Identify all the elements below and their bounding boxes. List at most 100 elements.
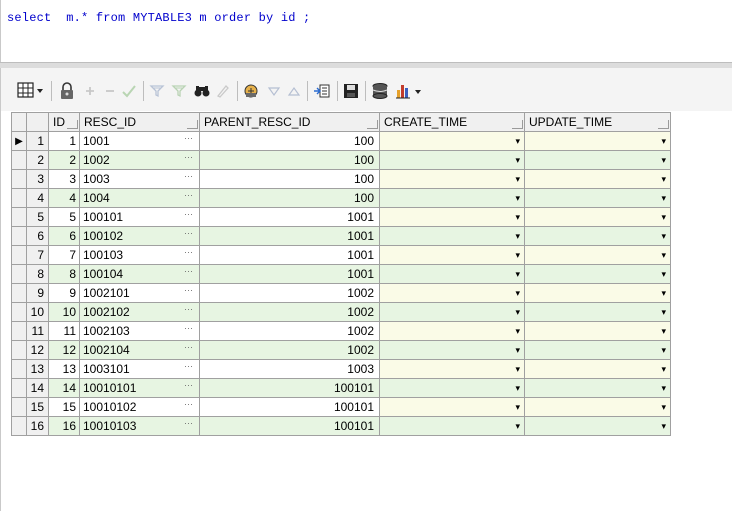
dropdown-arrow-icon[interactable]: ▾ bbox=[661, 250, 666, 260]
dropdown-arrow-icon[interactable]: ▾ bbox=[515, 212, 520, 222]
cell-parent-resc-id[interactable]: 100101 bbox=[199, 378, 380, 398]
cell-create-time[interactable]: ▾ bbox=[379, 378, 525, 398]
dropdown-arrow-icon[interactable]: ▾ bbox=[515, 269, 520, 279]
cell-update-time[interactable]: ▾ bbox=[524, 188, 671, 208]
cell-create-time[interactable]: ▾ bbox=[379, 245, 525, 265]
previous-record-button[interactable] bbox=[265, 80, 283, 102]
cell-resc-id[interactable]: 1003 ··· bbox=[79, 169, 200, 189]
post-changes-button[interactable] bbox=[119, 80, 139, 102]
dropdown-arrow-icon[interactable]: ▾ bbox=[515, 288, 520, 298]
cell-update-time[interactable]: ▾ bbox=[524, 321, 671, 341]
dropdown-arrow-icon[interactable]: ▾ bbox=[515, 250, 520, 260]
single-record-view-button[interactable] bbox=[241, 80, 263, 102]
dropdown-arrow-icon[interactable]: ▾ bbox=[661, 364, 666, 374]
cell-parent-resc-id[interactable]: 1001 bbox=[199, 264, 380, 284]
chart-button[interactable] bbox=[393, 80, 427, 102]
table-row[interactable]: 13 13 1003101 ··· 1003 ▾ ▾ bbox=[11, 359, 671, 379]
ellipsis-icon[interactable]: ··· bbox=[184, 171, 193, 181]
cell-parent-resc-id[interactable]: 100 bbox=[199, 188, 380, 208]
cell-resc-id[interactable]: 1002104 ··· bbox=[79, 340, 200, 360]
ellipsis-icon[interactable]: ··· bbox=[184, 361, 193, 371]
cell-resc-id[interactable]: 100101 ··· bbox=[79, 207, 200, 227]
cell-parent-resc-id[interactable]: 100 bbox=[199, 169, 380, 189]
cell-parent-resc-id[interactable]: 1002 bbox=[199, 283, 380, 303]
dropdown-arrow-icon[interactable]: ▾ bbox=[661, 288, 666, 298]
cell-id[interactable]: 14 bbox=[48, 378, 80, 398]
cell-resc-id[interactable]: 10010102 ··· bbox=[79, 397, 200, 417]
column-header-update-time[interactable]: UPDATE_TIME bbox=[524, 112, 671, 132]
cell-resc-id[interactable]: 1002101 ··· bbox=[79, 283, 200, 303]
cell-create-time[interactable]: ▾ bbox=[379, 226, 525, 246]
cell-resc-id[interactable]: 100104 ··· bbox=[79, 264, 200, 284]
clear-button[interactable] bbox=[213, 80, 233, 102]
cell-id[interactable]: 9 bbox=[48, 283, 80, 303]
next-record-button[interactable] bbox=[285, 80, 303, 102]
cell-update-time[interactable]: ▾ bbox=[524, 207, 671, 227]
cell-create-time[interactable]: ▾ bbox=[379, 283, 525, 303]
cell-create-time[interactable]: ▾ bbox=[379, 416, 525, 436]
cell-create-time[interactable]: ▾ bbox=[379, 188, 525, 208]
lock-button[interactable] bbox=[57, 80, 77, 102]
table-row[interactable]: 15 15 10010102 ··· 100101 ▾ ▾ bbox=[11, 397, 671, 417]
table-row[interactable]: 14 14 10010101 ··· 100101 ▾ ▾ bbox=[11, 378, 671, 398]
table-row[interactable]: 6 6 100102 ··· 1001 ▾ ▾ bbox=[11, 226, 671, 246]
cell-update-time[interactable]: ▾ bbox=[524, 131, 671, 151]
ellipsis-icon[interactable]: ··· bbox=[184, 247, 193, 257]
cell-parent-resc-id[interactable]: 1001 bbox=[199, 207, 380, 227]
cell-id[interactable]: 13 bbox=[48, 359, 80, 379]
cell-create-time[interactable]: ▾ bbox=[379, 131, 525, 151]
ellipsis-icon[interactable]: ··· bbox=[184, 266, 193, 276]
dropdown-arrow-icon[interactable]: ▾ bbox=[515, 231, 520, 241]
dropdown-arrow-icon[interactable]: ▾ bbox=[661, 231, 666, 241]
row-indicator[interactable] bbox=[11, 302, 27, 322]
dropdown-arrow-icon[interactable]: ▾ bbox=[515, 421, 520, 431]
query-by-example-button[interactable] bbox=[147, 80, 167, 102]
row-indicator[interactable] bbox=[11, 169, 27, 189]
connect-button[interactable] bbox=[369, 80, 391, 102]
dropdown-arrow-icon[interactable]: ▾ bbox=[661, 193, 666, 203]
cell-parent-resc-id[interactable]: 1001 bbox=[199, 245, 380, 265]
dropdown-arrow-icon[interactable]: ▾ bbox=[515, 383, 520, 393]
cell-id[interactable]: 4 bbox=[48, 188, 80, 208]
ellipsis-icon[interactable]: ··· bbox=[184, 323, 193, 333]
cell-update-time[interactable]: ▾ bbox=[524, 340, 671, 360]
row-indicator[interactable] bbox=[11, 359, 27, 379]
dropdown-arrow-icon[interactable]: ▾ bbox=[661, 155, 666, 165]
row-indicator[interactable] bbox=[11, 245, 27, 265]
cell-resc-id[interactable]: 1002103 ··· bbox=[79, 321, 200, 341]
cell-update-time[interactable]: ▾ bbox=[524, 283, 671, 303]
dropdown-arrow-icon[interactable]: ▾ bbox=[661, 345, 666, 355]
cell-parent-resc-id[interactable]: 1002 bbox=[199, 340, 380, 360]
row-indicator[interactable] bbox=[11, 416, 27, 436]
row-indicator[interactable] bbox=[11, 397, 27, 417]
cell-create-time[interactable]: ▾ bbox=[379, 169, 525, 189]
cell-id[interactable]: 8 bbox=[48, 264, 80, 284]
cell-resc-id[interactable]: 1002 ··· bbox=[79, 150, 200, 170]
row-indicator[interactable] bbox=[11, 340, 27, 360]
dropdown-arrow-icon[interactable]: ▾ bbox=[515, 193, 520, 203]
cell-resc-id[interactable]: 10010101 ··· bbox=[79, 378, 200, 398]
row-indicator[interactable] bbox=[11, 283, 27, 303]
cell-id[interactable]: 16 bbox=[48, 416, 80, 436]
row-indicator[interactable] bbox=[11, 226, 27, 246]
table-row[interactable]: 8 8 100104 ··· 1001 ▾ ▾ bbox=[11, 264, 671, 284]
dropdown-arrow-icon[interactable]: ▾ bbox=[515, 136, 520, 146]
row-indicator[interactable]: ▶ bbox=[11, 131, 27, 151]
row-indicator[interactable] bbox=[11, 264, 27, 284]
cell-update-time[interactable]: ▾ bbox=[524, 245, 671, 265]
cell-id[interactable]: 11 bbox=[48, 321, 80, 341]
cell-update-time[interactable]: ▾ bbox=[524, 397, 671, 417]
cell-create-time[interactable]: ▾ bbox=[379, 321, 525, 341]
grid-options-button[interactable] bbox=[15, 80, 49, 102]
row-indicator[interactable] bbox=[11, 378, 27, 398]
results-grid[interactable]: ID RESC_ID PARENT_RESC_ID CREATE_TIME UP… bbox=[11, 112, 671, 436]
ellipsis-icon[interactable]: ··· bbox=[184, 342, 193, 352]
cell-resc-id[interactable]: 1003101 ··· bbox=[79, 359, 200, 379]
dropdown-arrow-icon[interactable]: ▾ bbox=[515, 326, 520, 336]
ellipsis-icon[interactable]: ··· bbox=[184, 285, 193, 295]
dropdown-arrow-icon[interactable]: ▾ bbox=[515, 345, 520, 355]
cell-update-time[interactable]: ▾ bbox=[524, 416, 671, 436]
cell-id[interactable]: 3 bbox=[48, 169, 80, 189]
cell-parent-resc-id[interactable]: 100 bbox=[199, 131, 380, 151]
cell-id[interactable]: 7 bbox=[48, 245, 80, 265]
